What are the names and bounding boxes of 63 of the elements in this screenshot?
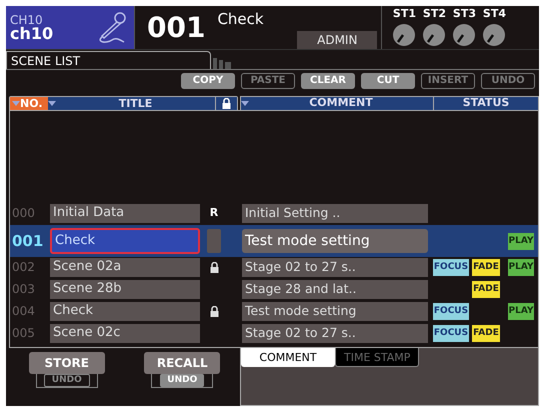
- undo-button[interactable]: UNDO: [44, 374, 90, 387]
- knob-icon[interactable]: [482, 22, 506, 46]
- status-tag: FOCUS: [432, 258, 470, 276]
- status-tag: PLAY: [508, 258, 534, 276]
- lock-icon: [210, 262, 218, 272]
- scene-comment[interactable]: Stage 02 to 27 s..: [242, 258, 428, 276]
- read-only-mark: R: [210, 204, 218, 221]
- status-tag: FOCUS: [432, 302, 470, 320]
- scene-number: 001: [12, 234, 44, 248]
- knob-label: ST4: [482, 6, 506, 22]
- scene-comment[interactable]: Initial Setting ..: [242, 204, 428, 222]
- lock-icon: [210, 306, 218, 316]
- scene-number-display: 001: [147, 10, 206, 46]
- channel-name: ch10: [10, 26, 54, 42]
- scene-title[interactable]: Check: [50, 228, 200, 254]
- status-tag: PLAY: [508, 302, 534, 320]
- scene-comment[interactable]: Test mode setting: [242, 229, 428, 253]
- lock-icon: [222, 98, 231, 109]
- user-name: ADMIN: [297, 30, 378, 48]
- knob-icon[interactable]: [452, 22, 476, 46]
- scene-title[interactable]: Scene 28b: [50, 280, 200, 298]
- scene-comment[interactable]: Stage 28 and lat..: [242, 280, 428, 298]
- scene-number: 004: [12, 305, 36, 317]
- scene-action-button[interactable]: STORE: [28, 352, 105, 374]
- column-header[interactable]: COMMENT: [241, 97, 433, 110]
- scene-list-tab[interactable]: SCENE LIST: [6, 51, 211, 69]
- scene-title-display: Check: [217, 9, 265, 30]
- scene-title[interactable]: Initial Data: [50, 204, 200, 222]
- knob-icon[interactable]: [422, 22, 446, 46]
- scene-title[interactable]: Check: [50, 302, 200, 320]
- caret-icon: [48, 101, 56, 106]
- status-tag: FADE: [472, 324, 500, 342]
- status-tag: FADE: [472, 280, 500, 298]
- status-tag: FOCUS: [432, 324, 470, 342]
- protect-toggle[interactable]: [207, 229, 221, 253]
- scene-title[interactable]: Scene 02a: [50, 258, 200, 276]
- caret-icon: [12, 101, 20, 106]
- scene-number: 002: [12, 261, 36, 273]
- scene-action-button[interactable]: RECALL: [144, 352, 220, 374]
- scene-title[interactable]: Scene 02c: [50, 324, 200, 342]
- column-header[interactable]: NO.: [10, 97, 48, 110]
- scene-number: 005: [12, 327, 36, 339]
- toolbar-button[interactable]: CUT: [361, 73, 415, 89]
- caret-icon: [241, 101, 249, 106]
- knob-icon[interactable]: [392, 22, 416, 46]
- toolbar-button[interactable]: COPY: [181, 73, 235, 89]
- channel-id: CH10: [10, 14, 44, 26]
- undo-button[interactable]: UNDO: [160, 374, 204, 387]
- knob-label: ST1: [392, 6, 416, 22]
- scene-number: 000: [12, 207, 36, 219]
- toolbar-button[interactable]: CLEAR: [301, 73, 355, 89]
- scene-comment[interactable]: Stage 02 to 27 s..: [242, 324, 428, 342]
- detail-tab[interactable]: COMMENT: [241, 348, 335, 367]
- scene-comment[interactable]: Test mode setting: [242, 302, 428, 320]
- knob-label: ST2: [422, 6, 446, 22]
- detail-tab[interactable]: TIME STAMP: [335, 348, 420, 367]
- knob-label: ST3: [452, 6, 476, 22]
- column-header: STATUS: [433, 97, 538, 110]
- channel-panel[interactable]: CH10 ch10: [6, 6, 134, 49]
- column-header[interactable]: TITLE: [48, 97, 215, 110]
- status-tag: PLAY: [508, 232, 534, 250]
- status-tag: FADE: [472, 258, 500, 276]
- scene-number: 003: [12, 283, 36, 295]
